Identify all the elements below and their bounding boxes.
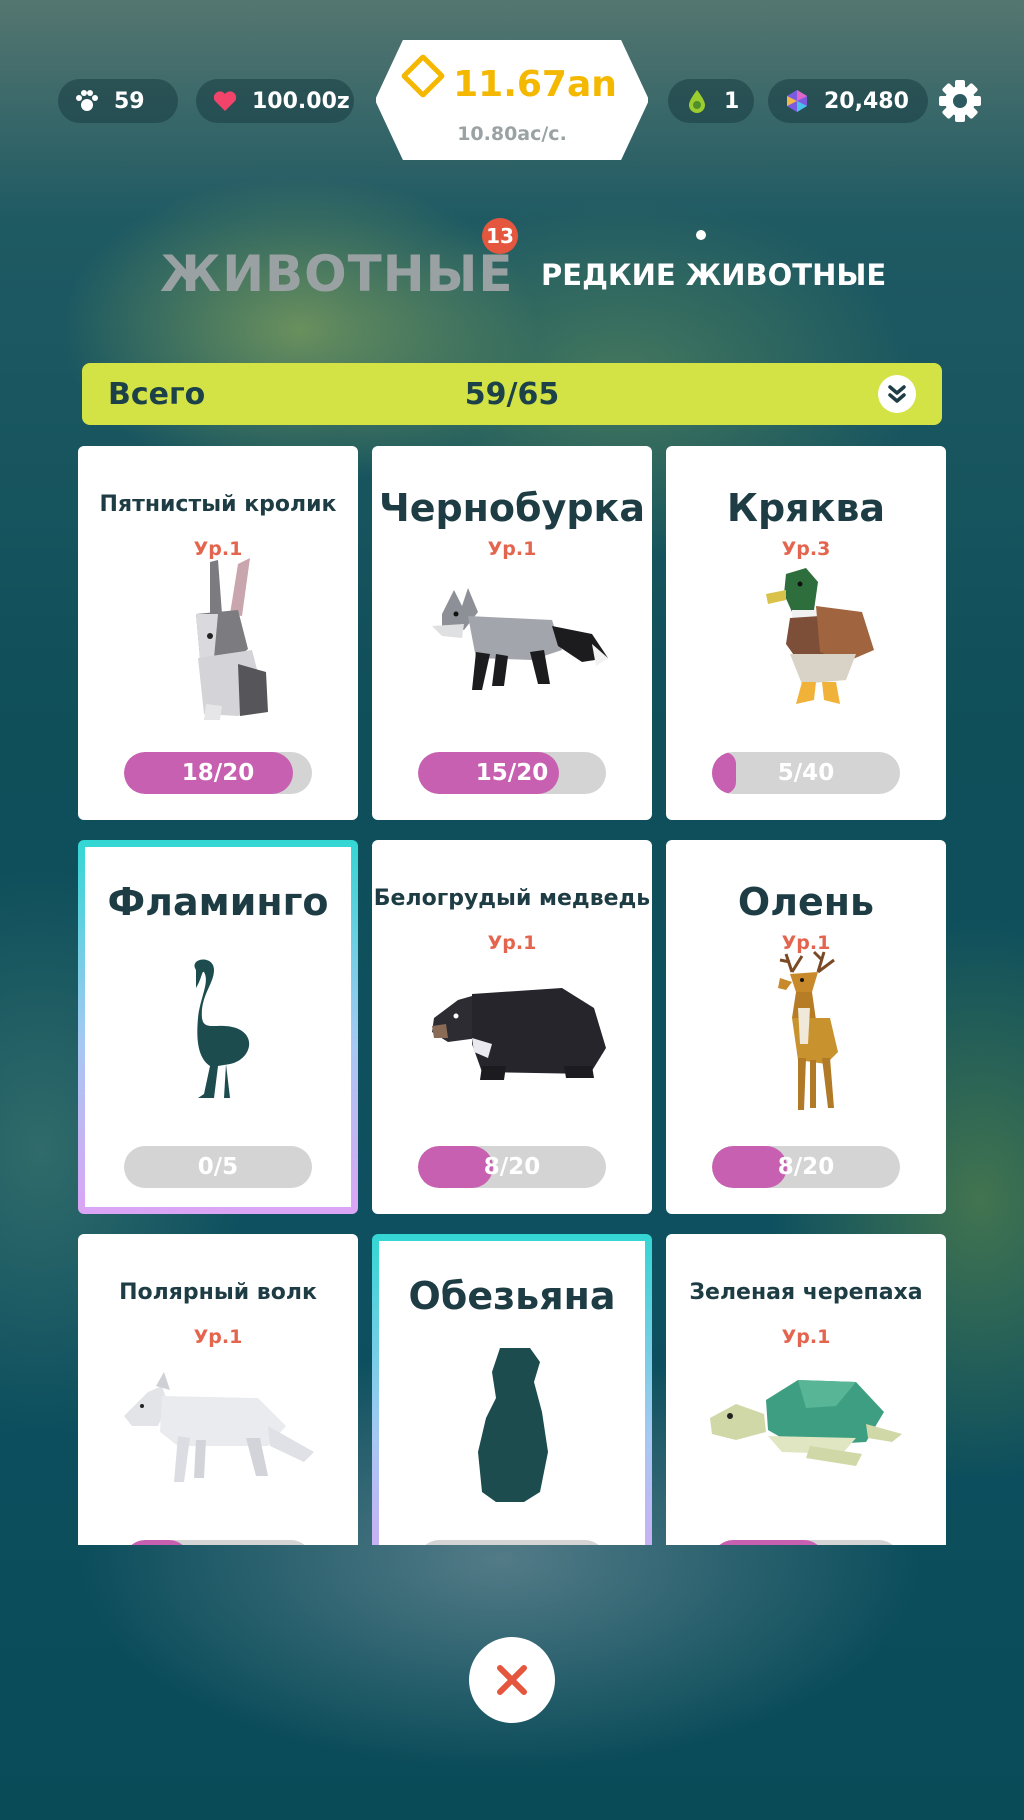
animal-card[interactable]: Кряква Ур.3 5/40 [666, 446, 946, 820]
collection-progress: 8/20 [418, 1146, 606, 1188]
animal-card-locked[interactable]: Фламинго 0/5 [78, 840, 358, 1214]
bear-icon [432, 988, 606, 1080]
animal-card[interactable]: Пятнистый кролик Ур.1 18/20 [78, 446, 358, 820]
animal-name: Чернобурка [379, 486, 645, 530]
animal-name: Кряква [726, 486, 886, 530]
collection-progress [712, 1540, 900, 1545]
deer-icon [778, 950, 838, 1110]
rabbit-icon [196, 558, 268, 720]
animal-name: Олень [737, 880, 875, 924]
collection-progress [418, 1540, 606, 1545]
animal-name: Белогрудый медведь [373, 886, 651, 911]
close-button[interactable] [469, 1637, 555, 1723]
animal-name: Обезьяна [408, 1274, 616, 1318]
collection-progress: 15/20 [418, 752, 606, 794]
animal-name: Зеленая черепаха [689, 1280, 923, 1305]
animal-grid: Пятнистый кролик Ур.1 18/20 Чернобурка У… [0, 0, 1024, 1545]
collection-progress: 5/40 [712, 752, 900, 794]
collection-progress: 18/20 [124, 752, 312, 794]
animal-card[interactable]: Полярный волк Ур.1 [78, 1234, 358, 1545]
animal-card-locked[interactable]: Обезьяна [372, 1234, 652, 1545]
animal-card[interactable]: Чернобурка Ур.1 15/20 [372, 446, 652, 820]
monkey-silhouette-icon [478, 1348, 548, 1502]
animal-name: Полярный волк [119, 1280, 317, 1305]
animal-card[interactable]: Зеленая черепаха Ур.1 [666, 1234, 946, 1545]
turtle-icon [710, 1380, 902, 1466]
wolf-icon [124, 1372, 314, 1482]
fox-icon [432, 588, 608, 690]
close-icon [497, 1665, 527, 1695]
animal-card[interactable]: Белогрудый медведь Ур.1 8/20 [372, 840, 652, 1214]
collection-progress: 0/5 [124, 1146, 312, 1188]
animal-card[interactable]: Олень Ур.1 8/20 [666, 840, 946, 1214]
collection-progress [124, 1540, 312, 1545]
collection-progress: 8/20 [712, 1146, 900, 1188]
animal-name: Пятнистый кролик [99, 492, 337, 517]
flamingo-silhouette-icon [194, 959, 250, 1098]
duck-icon [766, 568, 874, 704]
animal-name: Фламинго [107, 880, 329, 924]
